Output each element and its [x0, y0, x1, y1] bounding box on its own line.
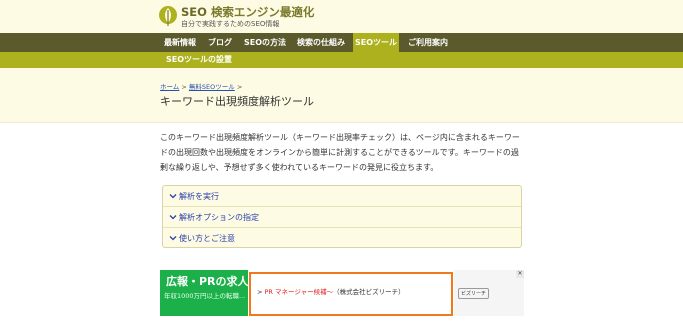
site-tagline: 自分で実践するためのSEO情報: [181, 20, 280, 28]
accordion-label: 使い方とご注意: [179, 234, 235, 243]
site-header: SEO 検索エンジン最適化 自分で実践するためのSEO情報: [0, 0, 683, 33]
nav-item-usage-guide[interactable]: ご利用案内: [405, 33, 451, 52]
ad-brand-logo: ビズリーチ: [458, 288, 490, 299]
breadcrumb: ホーム > 無料SEOツール >: [160, 81, 242, 91]
accordion-item-usage-notes[interactable]: 使い方とご注意: [163, 228, 521, 248]
subnav-item-tool-install[interactable]: SEOツールの設置: [166, 52, 232, 68]
ad-subtitle: 年収1000万円以上の転職...: [164, 292, 246, 300]
leaf-logo-icon[interactable]: [158, 5, 178, 27]
ad-job-box[interactable]: > PR マネージャー候補～（株式会社ビズリーチ）: [249, 272, 453, 316]
description-text: このキーワード出現頻度解析ツール（キーワード出現率チェック）は、ページ内に含まれ…: [160, 133, 520, 172]
ad-right-panel: ビズリーチ: [454, 270, 524, 316]
breadcrumb-tools-link[interactable]: 無料SEOツール: [189, 83, 235, 91]
chevron-down-icon: [169, 236, 177, 241]
nav-item-blog[interactable]: ブログ: [203, 33, 237, 52]
close-icon[interactable]: ✕: [516, 270, 524, 278]
accordion-label: 解析オプションの指定: [179, 213, 259, 222]
ad-job-text: > PR マネージャー候補～（株式会社ビズリーチ）: [257, 286, 405, 296]
ad-company: （株式会社ビズリーチ）: [333, 288, 405, 296]
main-nav: 最新情報 ブログ SEOの方法 検索の仕組み SEOツール ご利用案内: [0, 33, 683, 52]
site-title[interactable]: SEO 検索エンジン最適化: [181, 4, 314, 20]
chevron-down-icon: [169, 215, 177, 220]
ad-left-panel: 広報・PRの求人 年収1000万円以上の転職...: [160, 270, 249, 316]
nav-item-seo-method[interactable]: SEOの方法: [240, 33, 290, 52]
sub-nav: SEOツールの設置: [0, 52, 683, 68]
ad-title: 広報・PRの求人: [166, 275, 249, 288]
chevron-down-icon: [169, 194, 177, 199]
page-title: キーワード出現頻度解析ツール: [160, 95, 314, 108]
accordion-item-run-analysis[interactable]: 解析を実行: [163, 186, 521, 207]
site-title-main: 検索エンジン最適化: [210, 5, 315, 19]
breadcrumb-separator: >: [179, 83, 189, 91]
ad-job-title: PR マネージャー候補～: [264, 288, 334, 296]
tool-description: このキーワード出現頻度解析ツール（キーワード出現率チェック）は、ページ内に含まれ…: [160, 130, 525, 175]
breadcrumb-separator: >: [234, 83, 243, 91]
tool-accordion: 解析を実行 解析オプションの指定 使い方とご注意: [162, 185, 522, 248]
breadcrumb-home-link[interactable]: ホーム: [160, 83, 179, 91]
site-title-seo: SEO: [181, 5, 207, 19]
nav-item-latest[interactable]: 最新情報: [160, 33, 200, 52]
nav-item-seo-tools[interactable]: SEOツール: [353, 33, 399, 52]
arrow-icon: >: [257, 288, 265, 296]
accordion-item-analysis-options[interactable]: 解析オプションの指定: [163, 207, 521, 228]
ad-banner[interactable]: 広報・PRの求人 年収1000万円以上の転職... > PR マネージャー候補～…: [160, 270, 524, 316]
nav-item-search-mechanism[interactable]: 検索の仕組み: [293, 33, 349, 52]
title-band: [0, 68, 683, 123]
accordion-label: 解析を実行: [179, 192, 219, 201]
